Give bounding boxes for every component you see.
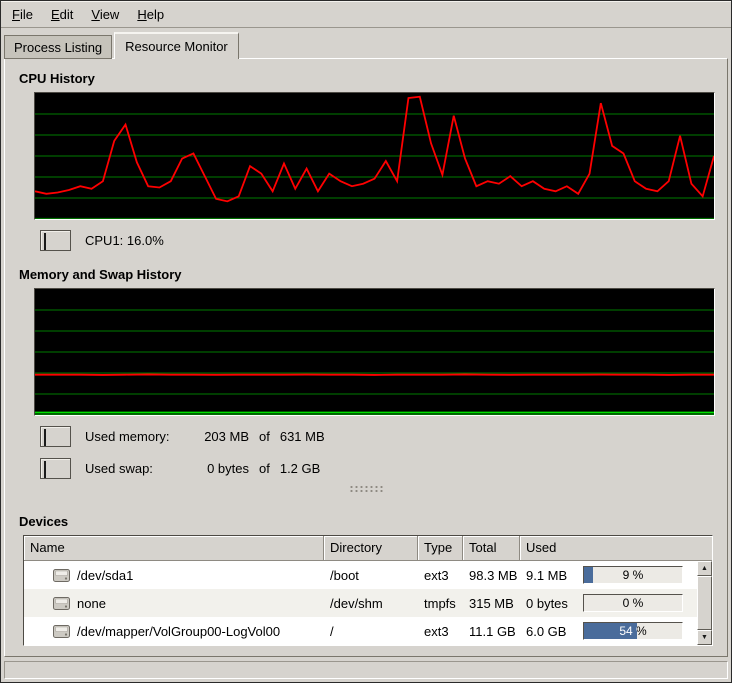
devices-rows: /dev/sda1/bootext398.3 MB9.1 MB9 %9 %non… bbox=[24, 561, 697, 645]
devices-table: NameDirectoryTypeTotalUsed /dev/sda1/boo… bbox=[23, 535, 713, 646]
device-directory: /boot bbox=[324, 568, 418, 583]
cpu-color-chip bbox=[44, 233, 46, 250]
memory-graph-canvas bbox=[35, 289, 714, 415]
device-row[interactable]: /dev/sda1/bootext398.3 MB 9.1 MB 9 %9 % bbox=[24, 561, 697, 589]
device-name: none bbox=[77, 596, 106, 611]
device-type: ext3 bbox=[418, 624, 463, 639]
memory-of-text: of bbox=[259, 429, 270, 444]
drive-icon bbox=[53, 597, 70, 610]
tab-resource-monitor[interactable]: Resource Monitor bbox=[114, 32, 239, 59]
cpu-history-graph bbox=[34, 92, 715, 220]
used-percent-bar: 54 %54 % bbox=[583, 622, 683, 640]
scroll-up-button[interactable]: ▲ bbox=[697, 561, 712, 576]
device-type: ext3 bbox=[418, 568, 463, 583]
cpu-graph-canvas bbox=[35, 93, 714, 219]
pane-resize-handle[interactable] bbox=[349, 485, 383, 493]
memory-legend-swatch bbox=[40, 426, 71, 447]
device-used: 0 bytes bbox=[526, 596, 568, 611]
device-used: 9.1 MB bbox=[526, 568, 567, 583]
device-used: 6.0 GB bbox=[526, 624, 566, 639]
device-total: 11.1 GB bbox=[463, 624, 520, 639]
device-type: tmpfs bbox=[418, 596, 463, 611]
menu-view[interactable]: View bbox=[82, 3, 128, 26]
device-name: /dev/sda1 bbox=[77, 568, 133, 583]
memory-legend: Used memory: 203 MB of 631 MB bbox=[40, 426, 715, 447]
memory-legend-label: Used memory: bbox=[85, 429, 187, 444]
menu-help[interactable]: Help bbox=[128, 3, 173, 26]
cpu-legend-swatch bbox=[40, 230, 71, 251]
tab-process-listing[interactable]: Process Listing bbox=[4, 35, 112, 59]
column-header-type[interactable]: Type bbox=[418, 536, 463, 561]
device-name: /dev/mapper/VolGroup00-LogVol00 bbox=[77, 624, 280, 639]
swap-legend: Used swap: 0 bytes of 1.2 GB bbox=[40, 458, 715, 479]
used-percent-bar: 9 %9 % bbox=[583, 566, 683, 584]
memory-history-graph bbox=[34, 288, 715, 416]
column-header-used[interactable]: Used bbox=[520, 536, 712, 561]
memory-color-chip bbox=[44, 429, 46, 446]
memory-history-title: Memory and Swap History bbox=[19, 267, 715, 282]
swap-total-value: 1.2 GB bbox=[280, 461, 320, 476]
devices-header: NameDirectoryTypeTotalUsed bbox=[24, 536, 712, 561]
tab-bar: Process Listing Resource Monitor bbox=[1, 28, 731, 59]
swap-used-value: 0 bytes bbox=[187, 461, 249, 476]
cpu-history-title: CPU History bbox=[19, 71, 715, 86]
devices-body: /dev/sda1/bootext398.3 MB9.1 MB9 %9 %non… bbox=[24, 561, 712, 645]
drive-icon bbox=[53, 569, 70, 582]
device-directory: / bbox=[324, 624, 418, 639]
devices-title: Devices bbox=[19, 514, 715, 529]
device-row[interactable]: none/dev/shmtmpfs315 MB 0 bytes 0 %0 % bbox=[24, 589, 697, 617]
column-header-total[interactable]: Total bbox=[463, 536, 520, 561]
column-header-name[interactable]: Name bbox=[24, 536, 324, 561]
drive-icon bbox=[53, 625, 70, 638]
device-total: 315 MB bbox=[463, 596, 520, 611]
device-directory: /dev/shm bbox=[324, 596, 418, 611]
swap-legend-label: Used swap: bbox=[85, 461, 187, 476]
scrollbar-thumb[interactable] bbox=[697, 576, 712, 630]
swap-color-chip bbox=[44, 461, 46, 478]
device-total: 98.3 MB bbox=[463, 568, 520, 583]
cpu-legend-label: CPU1: 16.0% bbox=[85, 233, 164, 248]
column-header-directory[interactable]: Directory bbox=[324, 536, 418, 561]
device-row[interactable]: /dev/mapper/VolGroup00-LogVol00 /ext311.1… bbox=[24, 617, 697, 645]
memory-total-value: 631 MB bbox=[280, 429, 325, 444]
arrow-down-icon: ▼ bbox=[701, 634, 708, 641]
menu-file[interactable]: File bbox=[3, 3, 42, 26]
resource-monitor-page: CPU History CPU1: 16.0% Memory and Swap … bbox=[4, 58, 728, 657]
cpu-legend: CPU1: 16.0% bbox=[40, 230, 715, 251]
swap-of-text: of bbox=[259, 461, 270, 476]
menubar: FileEditViewHelp bbox=[1, 1, 731, 28]
statusbar bbox=[4, 661, 728, 679]
arrow-up-icon: ▲ bbox=[701, 565, 708, 572]
menu-edit[interactable]: Edit bbox=[42, 3, 82, 26]
vertical-scrollbar[interactable]: ▲ ▼ bbox=[697, 561, 712, 645]
swap-legend-swatch bbox=[40, 458, 71, 479]
scroll-down-button[interactable]: ▼ bbox=[697, 630, 712, 645]
memory-used-value: 203 MB bbox=[187, 429, 249, 444]
used-percent-bar: 0 %0 % bbox=[583, 594, 683, 612]
